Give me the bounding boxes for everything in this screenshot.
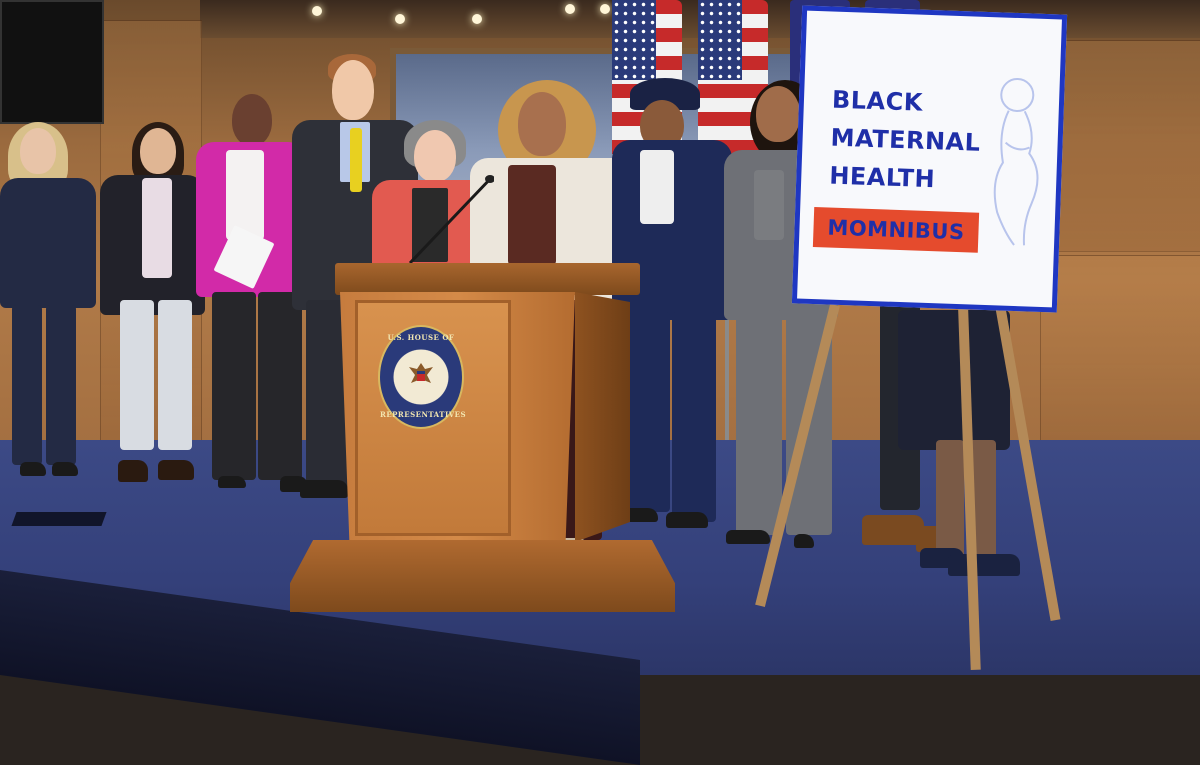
- wall-panel: [1040, 255, 1200, 452]
- momnibus-sign: BLACK MATERNAL HEALTH MOMNIBUS: [791, 5, 1068, 313]
- microphone: [408, 175, 494, 265]
- sign-momnibus-band: MOMNIBUS: [812, 207, 980, 253]
- seal-bottom-text: REPRESENTATIVES: [380, 410, 467, 419]
- ceiling-light: [312, 6, 322, 16]
- ceiling-light: [565, 4, 575, 14]
- eagle-icon: [409, 363, 433, 383]
- seal-top-text: U.S. HOUSE OF: [387, 333, 455, 342]
- sign-line-black: BLACK: [831, 85, 924, 117]
- podium-side: [575, 292, 630, 542]
- sign-line-health: HEALTH: [828, 161, 936, 194]
- podium-top: [335, 263, 640, 295]
- pregnant-woman-icon: [993, 78, 1039, 246]
- sign-line-maternal: MATERNAL: [830, 123, 981, 157]
- floor-vent: [11, 512, 107, 526]
- podium-base: [290, 540, 675, 612]
- house-seal: U.S. HOUSE OF REPRESENTATIVES: [378, 325, 467, 429]
- ceiling-light: [395, 14, 405, 24]
- ceiling-light: [600, 4, 610, 14]
- ceiling-light: [472, 14, 482, 24]
- wall-monitor: [0, 0, 104, 124]
